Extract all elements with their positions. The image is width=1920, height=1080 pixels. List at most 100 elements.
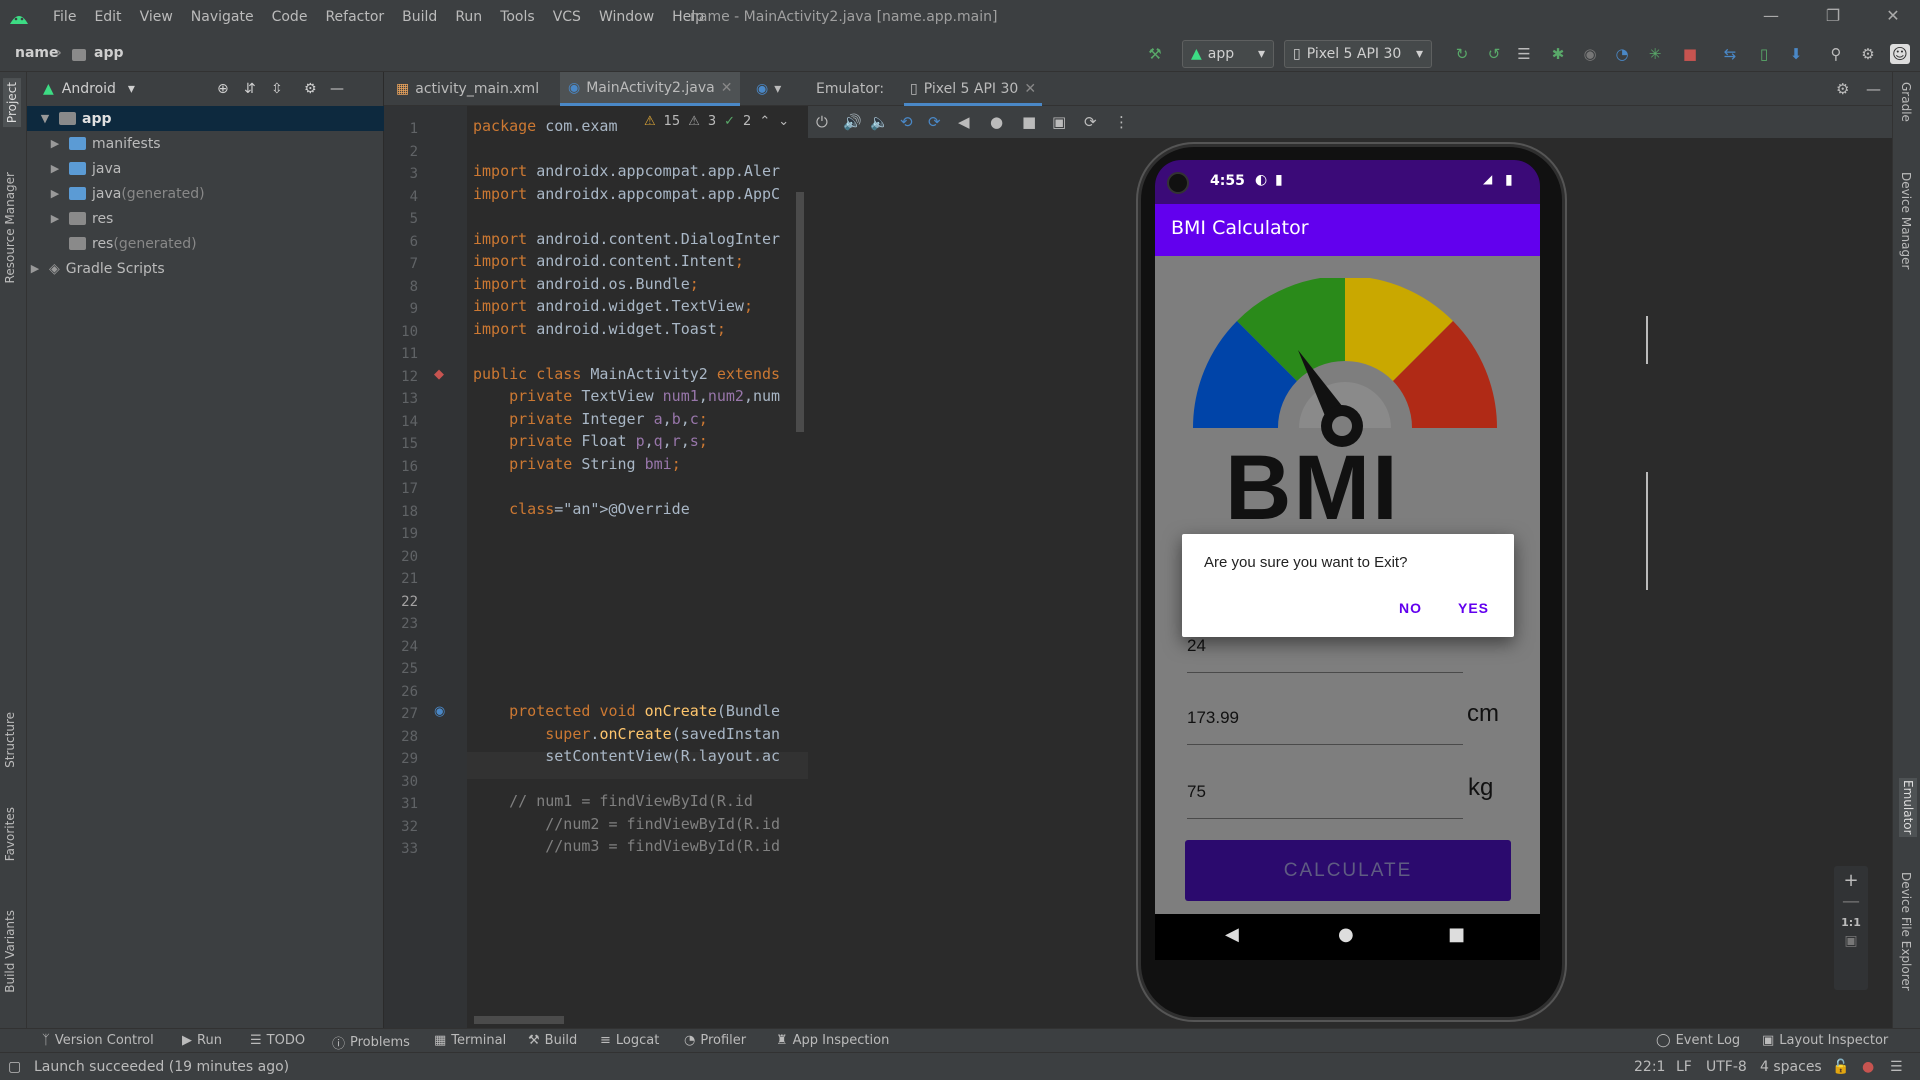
- device-manager-tool-tab[interactable]: Device Manager: [1899, 172, 1913, 269]
- tab-activity-main-xml[interactable]: ▦ activity_main.xml: [388, 72, 547, 106]
- code-line[interactable]: import androidx.appcompat.app.AppC: [473, 185, 780, 203]
- overview-icon[interactable]: ■: [1022, 113, 1036, 131]
- zoom-out-icon[interactable]: —: [1834, 891, 1868, 912]
- minimize-icon[interactable]: —: [1756, 6, 1786, 25]
- tree-item-java[interactable]: ▶ java: [27, 156, 384, 181]
- todo-tool-button[interactable]: ☰ TODO: [250, 1033, 305, 1048]
- code-line[interactable]: private Float p,q,r,s;: [473, 432, 708, 450]
- file-encoding[interactable]: UTF-8: [1706, 1059, 1747, 1075]
- chevron-right-icon[interactable]: ▶: [47, 187, 63, 200]
- chevron-right-icon[interactable]: ▶: [47, 162, 63, 175]
- code-line[interactable]: // num1 = findViewById(R.id: [473, 792, 753, 810]
- app-inspection-tool-button[interactable]: ♜ App Inspection: [776, 1033, 889, 1048]
- terminal-tool-button[interactable]: ▦ Terminal: [434, 1033, 506, 1048]
- run-tool-button[interactable]: ▶ Run: [182, 1033, 222, 1048]
- dialog-yes-button[interactable]: YES: [1458, 600, 1489, 616]
- nav-home-icon[interactable]: ●: [1338, 924, 1354, 945]
- attach-debugger-icon[interactable]: ✳: [1645, 44, 1665, 64]
- apply-changes-icon[interactable]: ↻: [1452, 44, 1472, 64]
- favorites-tool-tab[interactable]: Favorites: [3, 807, 17, 861]
- build-variants-tool-tab[interactable]: Build Variants: [3, 910, 17, 993]
- code-line[interactable]: setContentView(R.layout.ac: [473, 747, 780, 765]
- gradle-tool-tab[interactable]: Gradle: [1899, 82, 1913, 122]
- settings-gear-icon[interactable]: ⚙: [304, 81, 317, 97]
- coverage-icon[interactable]: ◉: [1580, 44, 1600, 64]
- hide-panel-icon[interactable]: —: [1866, 80, 1881, 98]
- tree-item-app[interactable]: ▼ app: [27, 106, 384, 131]
- expand-all-icon[interactable]: ⇵: [244, 81, 256, 97]
- device-select[interactable]: ▯ Pixel 5 API 30 ▾: [1284, 40, 1432, 68]
- tab-pixel5-emulator[interactable]: ▯ Pixel 5 API 30 ✕: [904, 72, 1043, 106]
- code-line[interactable]: public class MainActivity2 extends: [473, 365, 780, 383]
- chevron-right-icon[interactable]: ▶: [47, 137, 63, 150]
- run-config-select[interactable]: ▲ app ▾: [1182, 40, 1274, 68]
- breadcrumb-project[interactable]: name: [15, 45, 59, 61]
- menu-view[interactable]: View: [131, 9, 182, 25]
- layout-inspector-tool-button[interactable]: ▣ Layout Inspector: [1762, 1033, 1888, 1048]
- menu-vcs[interactable]: VCS: [544, 9, 590, 25]
- nav-overview-icon[interactable]: ■: [1448, 924, 1465, 945]
- zoom-fit-icon[interactable]: ▣: [1834, 933, 1868, 949]
- emulator-tool-tab[interactable]: Emulator: [1899, 778, 1917, 837]
- chevron-down-icon[interactable]: ▼: [37, 112, 53, 125]
- code-line[interactable]: import android.os.Bundle;: [473, 275, 699, 293]
- override-method-icon[interactable]: ◉: [434, 704, 445, 719]
- menu-build[interactable]: Build: [393, 9, 446, 25]
- code-line[interactable]: import androidx.appcompat.app.Aler: [473, 162, 780, 180]
- sdk-manager-icon[interactable]: ⬇: [1786, 44, 1806, 64]
- code-line[interactable]: //num3 = findViewById(R.id: [473, 837, 780, 855]
- tab-mainactivity2-java[interactable]: ◉ MainActivity2.java ✕: [560, 72, 741, 106]
- dialog-no-button[interactable]: NO: [1399, 600, 1422, 616]
- stop-icon[interactable]: ■: [1680, 44, 1700, 64]
- nav-back-icon[interactable]: ◀: [1225, 924, 1239, 945]
- menu-run[interactable]: Run: [446, 9, 491, 25]
- settings-gear-icon[interactable]: ⚙: [1858, 44, 1878, 64]
- chevron-down-icon[interactable]: ▾: [774, 81, 781, 97]
- rotate-left-icon[interactable]: ⟲: [900, 113, 913, 131]
- hide-panel-icon[interactable]: —: [330, 81, 344, 97]
- code-line[interactable]: import android.widget.Toast;: [473, 320, 726, 338]
- menu-code[interactable]: Code: [263, 9, 317, 25]
- more-options-icon[interactable]: ⋮: [1114, 113, 1129, 131]
- run-list-icon[interactable]: ☰: [1514, 44, 1534, 64]
- horizontal-scrollbar[interactable]: [474, 1016, 564, 1024]
- error-icon[interactable]: ●: [1862, 1059, 1874, 1075]
- previous-highlight-icon[interactable]: ⌃: [759, 114, 770, 129]
- structure-tool-tab[interactable]: Structure: [3, 712, 17, 768]
- device-file-explorer-tool-tab[interactable]: Device File Explorer: [1899, 872, 1913, 991]
- profiler-tool-button[interactable]: ◔ Profiler: [684, 1033, 746, 1048]
- class-implements-icon[interactable]: ◆: [434, 367, 444, 382]
- apply-code-changes-icon[interactable]: ↺: [1484, 44, 1504, 64]
- collapse-all-icon[interactable]: ⇳: [271, 81, 283, 97]
- sync-gradle-icon[interactable]: ⇆: [1720, 44, 1740, 64]
- code-line[interactable]: import android.content.DialogInter: [473, 230, 780, 248]
- code-line[interactable]: super.onCreate(savedInstan: [473, 725, 780, 743]
- settings-gear-icon[interactable]: ⚙: [1836, 80, 1849, 98]
- notifications-icon[interactable]: ☰: [1890, 1059, 1903, 1075]
- code-line[interactable]: private Integer a,b,c;: [473, 410, 708, 428]
- tree-item-res-generated[interactable]: res (generated): [27, 231, 384, 256]
- line-separator[interactable]: LF: [1676, 1059, 1692, 1075]
- vertical-scrollbar[interactable]: [796, 192, 804, 432]
- profile-icon[interactable]: ◔: [1612, 44, 1632, 64]
- search-icon[interactable]: ⚲: [1826, 44, 1846, 64]
- tree-item-manifests[interactable]: ▶ manifests: [27, 131, 384, 156]
- next-highlight-icon[interactable]: ⌄: [778, 114, 789, 129]
- menu-refactor[interactable]: Refactor: [316, 9, 393, 25]
- code-line[interactable]: class="an">@Override: [473, 500, 690, 518]
- status-message[interactable]: Launch succeeded (19 minutes ago): [34, 1059, 289, 1075]
- toggle-tool-windows-icon[interactable]: ▢: [8, 1059, 21, 1075]
- code-line[interactable]: //num2 = findViewById(R.id: [473, 815, 780, 833]
- build-tool-button[interactable]: ⚒ Build: [528, 1033, 577, 1048]
- inspection-widget[interactable]: ⚠ 15 ⚠ 3 ✓ 2 ⌃ ⌄: [640, 112, 794, 131]
- zoom-in-icon[interactable]: +: [1834, 870, 1868, 891]
- code-line[interactable]: protected void onCreate(Bundle: [473, 702, 780, 720]
- chevron-right-icon[interactable]: ▶: [47, 212, 63, 225]
- close-icon[interactable]: ✕: [1878, 6, 1908, 25]
- version-control-tool-button[interactable]: ᛉ Version Control: [42, 1033, 154, 1048]
- tree-item-res[interactable]: ▶ res: [27, 206, 384, 231]
- problems-tool-button[interactable]: ⓘ Problems: [332, 1033, 410, 1052]
- weight-field[interactable]: 75: [1187, 782, 1463, 819]
- code-area[interactable]: package com.exam import androidx.appcompa…: [473, 106, 808, 1028]
- menu-edit[interactable]: Edit: [85, 9, 130, 25]
